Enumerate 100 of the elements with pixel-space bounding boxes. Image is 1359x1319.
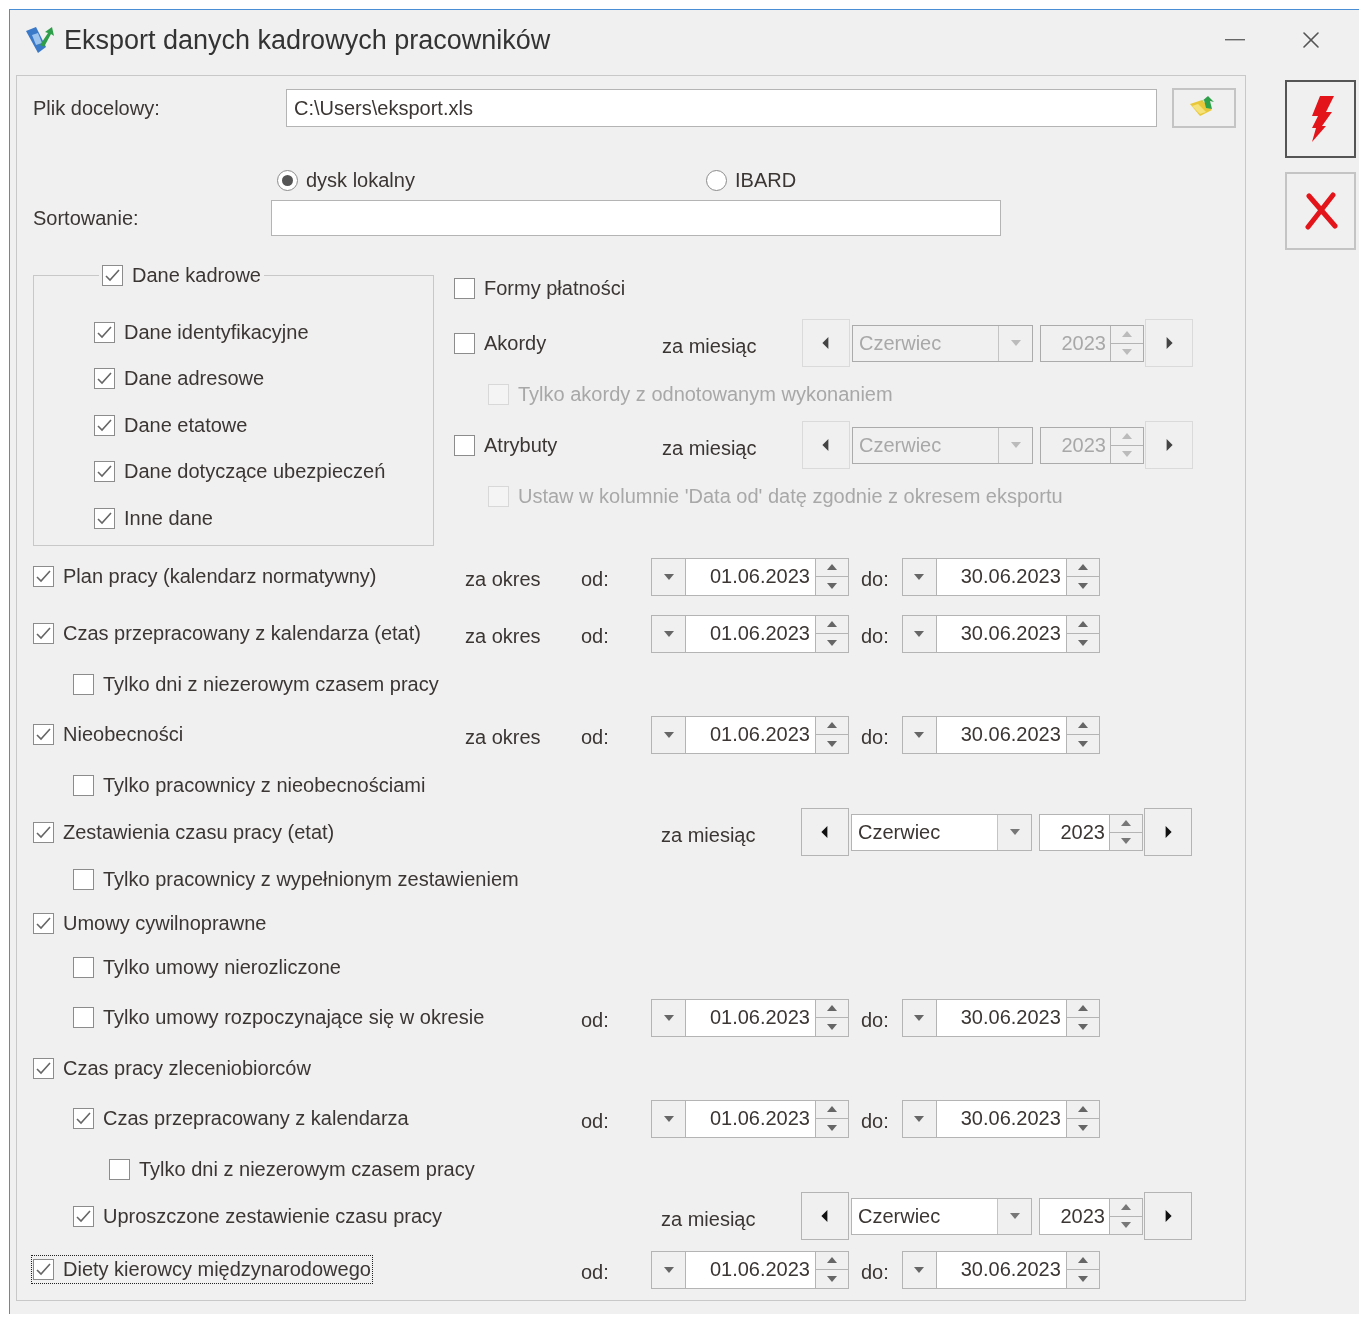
from-label: od:	[581, 725, 610, 749]
period-label: za okres	[465, 624, 542, 648]
cancel-button[interactable]	[1285, 172, 1356, 250]
caret-down-icon	[914, 729, 925, 740]
from-label: od:	[581, 1109, 610, 1133]
checkbox[interactable]	[94, 461, 115, 483]
spin-up-button[interactable]	[1110, 814, 1142, 832]
radio-button[interactable]	[706, 169, 727, 191]
checkbox[interactable]	[73, 956, 94, 978]
date-picker[interactable]: 01.06.2023	[651, 715, 849, 754]
checkbox[interactable]	[33, 566, 54, 587]
caret-down-icon	[914, 571, 925, 582]
radio-label: IBARD	[735, 168, 797, 192]
date-picker[interactable]: 30.06.2023	[901, 557, 1100, 596]
period-label: za miesiąc	[662, 435, 758, 460]
checkbox[interactable]	[94, 507, 115, 529]
checkbox-label: Plan pracy (kalendarz normatywny)	[63, 565, 377, 588]
checkbox[interactable]	[33, 724, 54, 745]
check-icon	[97, 325, 112, 339]
date-picker[interactable]: 30.06.2023	[901, 998, 1100, 1037]
checkbox-label: Inne dane	[124, 506, 213, 530]
file-path-field[interactable]: C:\Users\eksport.xls	[286, 89, 1157, 127]
checkbox-label: Tylko dni z niezerowym czasem pracy	[103, 672, 439, 696]
month-combo[interactable]: Czerwiec	[851, 813, 1032, 851]
date-picker[interactable]: 01.06.2023	[651, 614, 849, 653]
date-picker[interactable]: 01.06.2023	[651, 557, 849, 596]
spin-up-button[interactable]	[1110, 1198, 1142, 1216]
checkbox[interactable]	[73, 1007, 94, 1028]
checkbox[interactable]	[94, 414, 115, 436]
caret-down-icon	[663, 1264, 674, 1275]
caret-up-icon	[827, 720, 837, 731]
date-value: 01.06.2023	[686, 1100, 815, 1137]
checkbox[interactable]	[94, 368, 115, 390]
caret-down-icon	[1009, 1211, 1020, 1221]
caret-up-icon	[1077, 619, 1088, 630]
to-label: do:	[861, 1110, 889, 1133]
minimize-icon	[1225, 39, 1245, 41]
caret-down-icon	[827, 738, 837, 749]
date-picker[interactable]: 30.06.2023	[901, 715, 1100, 754]
check-icon	[36, 825, 51, 839]
caret-up-icon	[827, 1104, 837, 1115]
check-icon	[76, 1209, 91, 1223]
checkbox[interactable]	[102, 265, 123, 286]
date-value: 30.06.2023	[936, 716, 1066, 753]
run-button[interactable]	[1285, 80, 1356, 158]
checkbox-label: Dane etatowe	[124, 413, 248, 437]
caret-down-icon	[827, 1122, 837, 1133]
checkbox[interactable]	[73, 1205, 94, 1227]
close-icon	[1302, 192, 1339, 230]
date-picker[interactable]: 30.06.2023	[901, 1099, 1100, 1138]
checkbox[interactable]	[454, 332, 475, 354]
date-picker[interactable]: 01.06.2023	[651, 1099, 849, 1138]
checkbox[interactable]	[33, 821, 54, 843]
field-label: Plik docelowy:	[33, 96, 161, 120]
to-label: do:	[861, 1009, 889, 1032]
caret-up-icon	[827, 1255, 837, 1266]
check-icon	[36, 627, 51, 640]
checkbox[interactable]	[94, 321, 115, 343]
date-picker[interactable]: 01.06.2023	[651, 1250, 849, 1289]
checkbox-label: Czas przepracowany z kalendarza	[103, 1107, 409, 1130]
caret-down-icon	[663, 571, 674, 582]
period-label: za okres	[465, 567, 542, 591]
date-picker[interactable]: 30.06.2023	[901, 614, 1100, 653]
from-label: od:	[581, 567, 610, 591]
date-picker[interactable]: 30.06.2023	[901, 1250, 1100, 1289]
check-icon	[97, 372, 112, 386]
caret-down-icon	[663, 729, 674, 740]
date-value: 30.06.2023	[936, 1100, 1066, 1137]
checkbox[interactable]	[33, 912, 54, 934]
caret-down-icon	[1077, 738, 1088, 749]
checkbox[interactable]	[73, 1108, 94, 1129]
checkbox[interactable]	[109, 1158, 130, 1180]
check-icon	[97, 511, 112, 525]
browse-button[interactable]	[1172, 88, 1236, 128]
checkbox-label: Czas pracy zleceniobiorców	[63, 1056, 311, 1080]
caret-down-icon	[663, 1012, 674, 1023]
checkbox[interactable]	[73, 673, 94, 695]
date-value: 30.06.2023	[936, 558, 1066, 595]
checkbox[interactable]	[454, 434, 475, 456]
checkbox[interactable]	[33, 623, 54, 644]
checkbox[interactable]	[33, 1057, 54, 1079]
from-label: od:	[581, 1008, 610, 1032]
dropdown-button[interactable]	[997, 814, 1031, 850]
checkbox[interactable]	[33, 1259, 54, 1280]
date-picker[interactable]: 01.06.2023	[651, 998, 849, 1037]
radio-button[interactable]	[277, 169, 298, 191]
check-icon	[97, 465, 112, 479]
checkbox-label: Tylko pracownicy z wypełnionym zestawieniem	[103, 867, 519, 891]
month-combo[interactable]: Czerwiec	[851, 1197, 1032, 1235]
caret-down-icon	[1122, 449, 1132, 459]
checkbox-label: Dane dotyczące ubezpieczeń	[124, 460, 386, 484]
radio-label: dysk lokalny	[306, 168, 415, 192]
year-spinner[interactable]: 2023	[1039, 813, 1143, 851]
checkbox[interactable]	[454, 277, 475, 299]
checkbox[interactable]	[73, 868, 94, 890]
caret-up-icon	[1077, 1104, 1088, 1115]
year-spinner[interactable]: 2023	[1039, 1197, 1143, 1235]
dropdown-button[interactable]	[997, 1198, 1031, 1234]
to-label: do:	[861, 568, 889, 591]
checkbox[interactable]	[73, 774, 94, 796]
